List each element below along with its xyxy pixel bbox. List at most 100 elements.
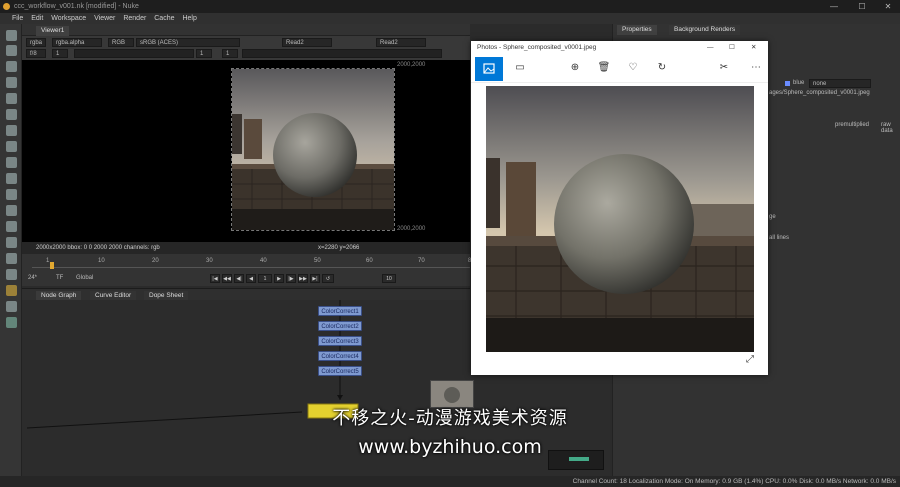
nuke-logo-icon xyxy=(3,3,10,10)
photos-close-button[interactable]: ✕ xyxy=(751,41,756,55)
gamma-slider[interactable] xyxy=(242,49,442,58)
node-colorcorrect5[interactable]: ColorCorrect5 xyxy=(318,366,362,376)
minimize-button[interactable]: — xyxy=(820,0,848,13)
keyer-tool-icon[interactable] xyxy=(6,141,17,152)
filter-tool-icon[interactable] xyxy=(6,125,17,136)
zoom-icon[interactable]: ⊕ xyxy=(568,61,582,75)
global-select[interactable]: Global xyxy=(76,275,93,281)
color-tool-icon[interactable] xyxy=(6,109,17,120)
menu-help[interactable]: Help xyxy=(182,15,196,22)
rotate-icon[interactable]: ↻ xyxy=(655,61,669,75)
menu-viewer[interactable]: Viewer xyxy=(94,15,115,22)
photos-title-bar: Photos - Sphere_composited_v0001.jpeg — … xyxy=(471,41,768,55)
display-mode-select[interactable]: RGB xyxy=(108,38,134,47)
watermark-title: 不移之火-动漫游戏美术资源 xyxy=(332,408,568,429)
tf-select[interactable]: TF xyxy=(56,275,63,281)
plugins-tool-icon[interactable] xyxy=(6,317,17,328)
viewer-controls: rgba rgba.alpha RGB sRGB (ACES) Read2 Re… xyxy=(22,36,470,60)
playhead-marker[interactable] xyxy=(50,262,54,269)
transform-tool-icon[interactable] xyxy=(6,173,17,184)
input-a-select[interactable]: Read2 xyxy=(282,38,332,47)
tab-viewer1[interactable]: Viewer1 xyxy=(36,26,70,36)
play-backward-button[interactable]: ◀ xyxy=(246,274,256,283)
window-title: ccc_workflow_v001.nk [modified] - Nuke xyxy=(14,3,139,10)
edit-icon[interactable]: ✂ xyxy=(717,61,731,75)
menu-render[interactable]: Render xyxy=(123,15,146,22)
play-forward-button[interactable]: ▶ xyxy=(274,274,284,283)
menu-edit[interactable]: Edit xyxy=(31,15,43,22)
tick-label: 60 xyxy=(366,258,373,264)
loop-button[interactable]: ↺ xyxy=(322,274,334,283)
deep-tool-icon[interactable] xyxy=(6,221,17,232)
metadata-tool-icon[interactable] xyxy=(6,253,17,264)
maximize-button[interactable]: ☐ xyxy=(848,0,876,13)
3d-tool-icon[interactable] xyxy=(6,189,17,200)
more-icon[interactable]: ⋯ xyxy=(749,61,763,75)
watermark: 不移之火-动漫游戏美术资源 www.byzhihuo.com xyxy=(300,404,600,458)
image-tool-icon[interactable] xyxy=(6,45,17,56)
menu-file[interactable]: File xyxy=(12,15,23,22)
none-select[interactable]: none xyxy=(809,79,871,88)
menu-workspace[interactable]: Workspace xyxy=(51,15,86,22)
cursor-info: x=2280 y=2066 xyxy=(318,245,360,251)
menu-bar: File Edit Workspace Viewer Render Cache … xyxy=(0,13,900,24)
furnace-tool-icon[interactable] xyxy=(6,301,17,312)
photos-minimize-button[interactable]: — xyxy=(707,41,714,55)
close-button[interactable]: ✕ xyxy=(874,0,900,13)
slideshow-icon[interactable]: ▭ xyxy=(513,61,527,75)
goto-end-button[interactable]: ▶| xyxy=(310,274,320,283)
timeline-ruler[interactable]: 1 10 20 30 40 50 60 70 80 xyxy=(32,258,475,269)
heart-icon[interactable]: ♡ xyxy=(626,61,640,75)
gain-slider[interactable] xyxy=(74,49,194,58)
next-frame-button[interactable]: |▶ xyxy=(286,274,296,283)
sphere-photo xyxy=(486,86,754,352)
other-tool-icon[interactable] xyxy=(6,285,17,296)
fps-field[interactable]: 24* xyxy=(28,275,37,281)
step-field[interactable]: 10 xyxy=(382,274,396,283)
prev-frame-button[interactable]: ◀| xyxy=(234,274,244,283)
tick-label: 20 xyxy=(152,258,159,264)
frame-field[interactable]: 1 xyxy=(258,274,272,283)
title-bar: ccc_workflow_v001.nk [modified] - Nuke —… xyxy=(0,0,900,13)
pointer-tool-icon[interactable] xyxy=(6,30,17,41)
option-label: ge xyxy=(769,214,776,220)
prev-keyframe-button[interactable]: ◀◀ xyxy=(222,274,232,283)
node-colorcorrect4[interactable]: ColorCorrect4 xyxy=(318,351,362,361)
tick-label: 50 xyxy=(314,258,321,264)
channel-select[interactable]: rgba xyxy=(26,38,46,47)
gamma-field[interactable]: 1 xyxy=(222,49,238,58)
toolsets-tool-icon[interactable] xyxy=(6,269,17,280)
gain-field[interactable]: 1 xyxy=(196,49,212,58)
file-path-field[interactable]: ages/Sphere_composited_v0001.jpeg xyxy=(769,90,870,96)
menu-cache[interactable]: Cache xyxy=(154,15,174,22)
premultiplied-checkbox[interactable]: premultiplied xyxy=(835,122,869,128)
time-tool-icon[interactable] xyxy=(6,77,17,88)
watermark-url: www.byzhihuo.com xyxy=(358,436,542,458)
node-toolbar xyxy=(0,24,22,487)
next-keyframe-button[interactable]: ▶▶ xyxy=(298,274,308,283)
layer-select[interactable]: rgba.alpha xyxy=(52,38,102,47)
goto-start-button[interactable]: |◀ xyxy=(210,274,220,283)
merge-tool-icon[interactable] xyxy=(6,157,17,168)
node-colorcorrect2[interactable]: ColorCorrect2 xyxy=(318,321,362,331)
expand-icon[interactable]: ⤢ xyxy=(746,354,754,365)
photos-maximize-button[interactable]: ☐ xyxy=(729,41,735,55)
image-icon xyxy=(483,63,495,74)
lut-select[interactable]: sRGB (ACES) xyxy=(136,38,240,47)
all-lines-checkbox[interactable]: all lines xyxy=(769,235,789,241)
tab-background-renders[interactable]: Background Renders xyxy=(669,25,741,35)
raw-data-checkbox[interactable]: raw data xyxy=(881,122,900,134)
fstop-field[interactable]: f/8 xyxy=(26,49,46,58)
particles-tool-icon[interactable] xyxy=(6,205,17,216)
node-colorcorrect3[interactable]: ColorCorrect3 xyxy=(318,336,362,346)
draw-tool-icon[interactable] xyxy=(6,61,17,72)
node-colorcorrect1[interactable]: ColorCorrect1 xyxy=(318,306,362,316)
tab-properties[interactable]: Properties xyxy=(617,25,657,35)
frame-ratio-field[interactable]: 1 xyxy=(52,49,68,58)
image-view-button[interactable] xyxy=(475,57,503,81)
delete-icon[interactable]: 🗑 xyxy=(597,61,611,75)
sphere-composite-image xyxy=(232,69,394,230)
channel-tool-icon[interactable] xyxy=(6,93,17,104)
views-tool-icon[interactable] xyxy=(6,237,17,248)
input-b-select[interactable]: Read2 xyxy=(376,38,426,47)
